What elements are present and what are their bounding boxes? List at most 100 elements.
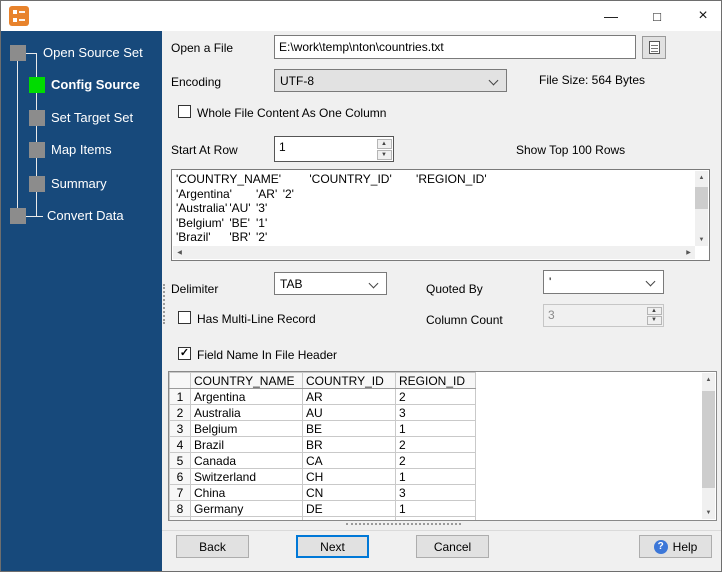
tree-line bbox=[26, 53, 37, 54]
table-row: 3 Belgium BE 1 bbox=[170, 421, 476, 437]
field-header-label[interactable]: Field Name In File Header bbox=[197, 348, 337, 362]
titlebar: — □ × bbox=[1, 1, 722, 31]
step-square-convert-data[interactable] bbox=[10, 208, 26, 224]
table-row: 2 Australia AU 3 bbox=[170, 405, 476, 421]
whole-file-label[interactable]: Whole File Content As One Column bbox=[197, 106, 386, 120]
start-row-value: 1 bbox=[279, 140, 286, 154]
start-row-stepper[interactable]: 1 ▲ ▼ bbox=[274, 136, 394, 162]
table-row: 6 Switzerland CH 1 bbox=[170, 469, 476, 485]
country-id-cell: DE bbox=[303, 501, 396, 517]
start-row-label: Start At Row bbox=[171, 143, 238, 157]
step-square-summary[interactable] bbox=[29, 176, 45, 192]
row-number-cell: 1 bbox=[170, 389, 191, 405]
scroll-up-icon[interactable]: ▲ bbox=[695, 171, 708, 184]
help-button[interactable]: ? Help bbox=[639, 535, 712, 558]
sidebar-item-set-target-set[interactable]: Set Target Set bbox=[51, 110, 133, 126]
scroll-up-icon[interactable]: ▲ bbox=[702, 373, 715, 386]
sidebar-item-summary[interactable]: Summary bbox=[51, 176, 107, 192]
app-icon[interactable] bbox=[9, 6, 29, 26]
tree-line bbox=[17, 61, 18, 208]
spin-down-icon[interactable]: ▼ bbox=[377, 150, 392, 160]
preview-line: 'Argentina' 'AR' '2' bbox=[176, 187, 695, 202]
preview-horizontal-scrollbar[interactable]: ◀ ▶ bbox=[173, 246, 695, 259]
column-count-stepper: 3 ▲ ▼ bbox=[543, 304, 664, 327]
preview-vertical-scrollbar[interactable]: ▲ ▼ bbox=[695, 171, 708, 246]
encoding-label: Encoding bbox=[171, 75, 221, 89]
region-id-cell: 2 bbox=[396, 437, 476, 453]
delimiter-value: TAB bbox=[280, 277, 302, 291]
column-header-region-id: REGION_ID bbox=[396, 373, 476, 389]
region-id-cell: 1 bbox=[396, 517, 476, 521]
row-number-cell: 3 bbox=[170, 421, 191, 437]
step-square-config-source[interactable] bbox=[29, 77, 45, 93]
wizard-steps-sidebar: Open Source Set Config Source Set Target… bbox=[1, 31, 162, 572]
table-row: 4 Brazil BR 2 bbox=[170, 437, 476, 453]
step-square-map-items[interactable] bbox=[29, 142, 45, 158]
column-header-country-id: COUNTRY_ID bbox=[303, 373, 396, 389]
raw-preview-content: 'COUNTRY_NAME' 'COUNTRY_ID' 'REGION_ID' … bbox=[172, 170, 695, 247]
scrollbar-thumb[interactable] bbox=[702, 391, 715, 488]
column-count-label: Column Count bbox=[426, 313, 503, 327]
sidebar-splitter[interactable] bbox=[163, 284, 166, 324]
scrollbar-thumb[interactable] bbox=[695, 187, 708, 209]
row-number-cell: 5 bbox=[170, 453, 191, 469]
parsed-data-grid: COUNTRY_NAME COUNTRY_ID REGION_ID 1 Arge… bbox=[168, 371, 717, 521]
maximize-icon[interactable]: □ bbox=[637, 1, 677, 31]
row-number-cell: 2 bbox=[170, 405, 191, 421]
scroll-down-icon[interactable]: ▼ bbox=[695, 233, 708, 246]
chevron-down-icon bbox=[646, 277, 656, 287]
grid-vertical-scrollbar[interactable]: ▲ ▼ bbox=[702, 373, 715, 519]
minimize-icon[interactable]: — bbox=[591, 1, 631, 31]
file-path-input[interactable] bbox=[274, 35, 636, 59]
row-number-cell: 4 bbox=[170, 437, 191, 453]
close-icon[interactable]: × bbox=[683, 1, 722, 31]
multiline-checkbox[interactable] bbox=[178, 311, 191, 324]
step-square-open-source-set[interactable] bbox=[10, 45, 26, 61]
sidebar-item-config-source[interactable]: Config Source bbox=[51, 77, 140, 93]
encoding-select[interactable]: UTF-8 bbox=[274, 69, 507, 92]
region-id-cell: 2 bbox=[396, 389, 476, 405]
quoted-by-select[interactable]: ' bbox=[543, 270, 664, 294]
country-id-cell: CH bbox=[303, 469, 396, 485]
sidebar-item-open-source-set[interactable]: Open Source Set bbox=[43, 45, 143, 61]
table-header-row: COUNTRY_NAME COUNTRY_ID REGION_ID bbox=[170, 373, 476, 389]
sidebar-item-map-items[interactable]: Map Items bbox=[51, 142, 112, 158]
country-name-cell: Switzerland bbox=[191, 469, 303, 485]
field-header-checkbox[interactable]: ✓ bbox=[178, 347, 191, 360]
raw-file-preview[interactable]: 'COUNTRY_NAME' 'COUNTRY_ID' 'REGION_ID' … bbox=[171, 169, 710, 261]
delimiter-select[interactable]: TAB bbox=[274, 272, 387, 295]
country-id-cell: DK bbox=[303, 517, 396, 521]
country-name-cell: Argentina bbox=[191, 389, 303, 405]
tree-line bbox=[26, 216, 43, 217]
spin-up-icon[interactable]: ▲ bbox=[377, 139, 392, 149]
column-header-rownum bbox=[170, 373, 191, 389]
step-square-set-target-set[interactable] bbox=[29, 110, 45, 126]
region-id-cell: 1 bbox=[396, 469, 476, 485]
row-number-cell: 7 bbox=[170, 485, 191, 501]
whole-file-checkbox[interactable] bbox=[178, 105, 191, 118]
scroll-down-icon[interactable]: ▼ bbox=[702, 506, 715, 519]
table-row: 9 Denmark DK 1 bbox=[170, 517, 476, 521]
browse-file-button[interactable] bbox=[642, 36, 666, 59]
country-name-cell: Canada bbox=[191, 453, 303, 469]
spin-up-icon: ▲ bbox=[647, 307, 662, 316]
delimiter-label: Delimiter bbox=[171, 282, 218, 296]
country-name-cell: China bbox=[191, 485, 303, 501]
column-count-value: 3 bbox=[548, 308, 555, 322]
next-button[interactable]: Next bbox=[296, 535, 369, 558]
panel-splitter[interactable] bbox=[346, 523, 461, 526]
quoted-by-label: Quoted By bbox=[426, 282, 483, 296]
scroll-right-icon[interactable]: ▶ bbox=[682, 246, 695, 259]
multiline-label[interactable]: Has Multi-Line Record bbox=[197, 312, 316, 326]
back-button[interactable]: Back bbox=[176, 535, 249, 558]
file-icon bbox=[649, 41, 660, 54]
row-number-cell: 9 bbox=[170, 517, 191, 521]
region-id-cell: 1 bbox=[396, 421, 476, 437]
cancel-button[interactable]: Cancel bbox=[416, 535, 489, 558]
region-id-cell: 3 bbox=[396, 485, 476, 501]
open-file-label: Open a File bbox=[171, 41, 233, 55]
country-id-cell: AU bbox=[303, 405, 396, 421]
country-id-cell: AR bbox=[303, 389, 396, 405]
sidebar-item-convert-data[interactable]: Convert Data bbox=[47, 208, 124, 224]
scroll-left-icon[interactable]: ◀ bbox=[173, 246, 186, 259]
